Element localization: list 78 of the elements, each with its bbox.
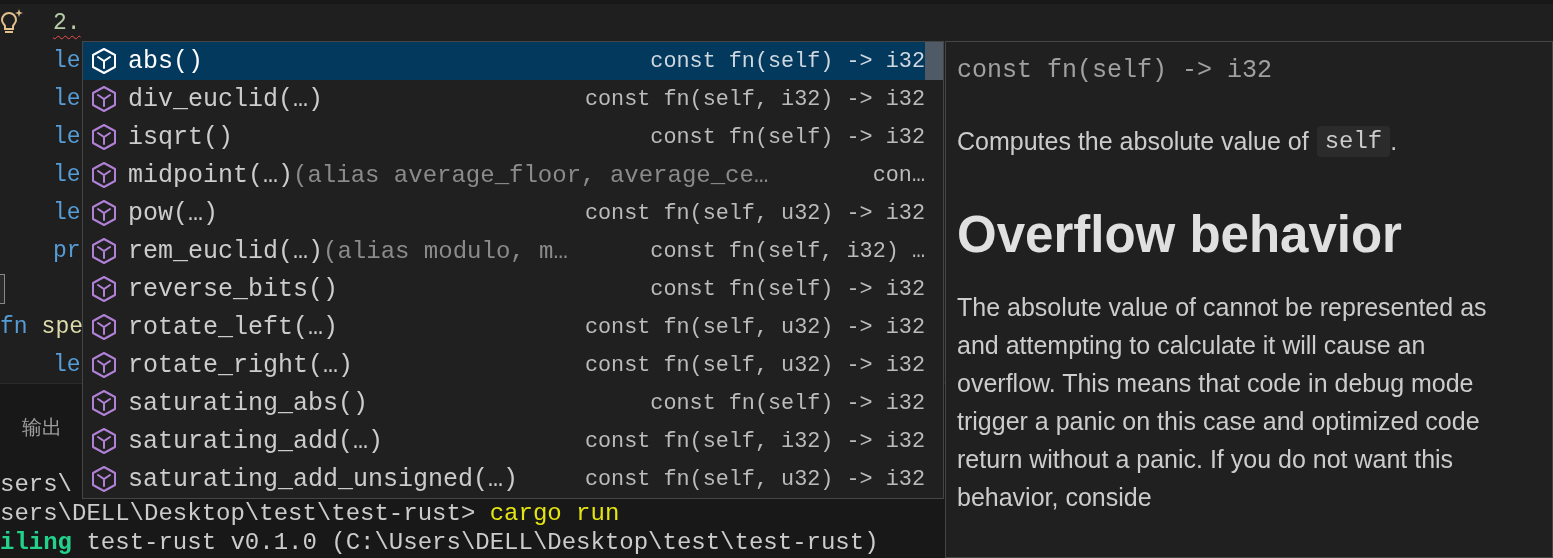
- doc-text-line: and attempting to calculate it will cause an: [957, 330, 1427, 361]
- suggestion-label: saturating_add_unsigned(…): [128, 464, 519, 494]
- alias-text: (alias modulo, m…: [323, 237, 568, 265]
- cube-icon: [90, 465, 118, 493]
- doc-heading: Overflow behavior: [957, 205, 1402, 265]
- code-line: le: [53, 124, 81, 150]
- doc-text-line: trigger a panic on this case and optimized code: [957, 406, 1481, 437]
- cube-icon: [90, 313, 118, 341]
- code-line: pr: [53, 238, 81, 264]
- doc-text-line: return without a panic. If you do not want this: [957, 444, 1455, 475]
- suggestion-label: rotate_right(…): [128, 350, 354, 380]
- suggestion-label: pow(…): [128, 198, 218, 228]
- suggestion-item[interactable]: midpoint(…)(alias average_floor, average_ce… con…: [83, 156, 925, 194]
- suggestion-label: rotate_left(…): [128, 312, 339, 342]
- suggestion-item[interactable]: reverse_bits() const fn(self) -> i32: [83, 270, 925, 308]
- suggestion-label: div_euclid(…): [128, 84, 324, 114]
- suggestion-label: rem_euclid(…): [128, 236, 324, 266]
- alias-text: (alias average_floor, average_ce…: [293, 161, 769, 189]
- suggestion-label: midpoint(…): [128, 160, 294, 190]
- code-line: le: [53, 48, 81, 74]
- panel-tab[interactable]: 输出: [22, 409, 62, 445]
- terminal-text: sers\: [0, 471, 72, 498]
- cube-icon: [90, 427, 118, 455]
- type-signature: const fn(self, u32) -> i32: [583, 352, 925, 378]
- doc-text-line: overflow. This means that code in debug mode: [957, 368, 1475, 399]
- cube-icon: [90, 237, 118, 265]
- code-line: le: [53, 352, 81, 378]
- suggestion-label: saturating_add(…): [128, 426, 384, 456]
- cube-icon: [90, 351, 118, 379]
- type-signature: const fn(self, u32) -> i32: [583, 466, 925, 492]
- doc-summary: Computes the absolute value of: [957, 126, 1309, 156]
- doc-text-line: The absolute value of cannot be represented as: [957, 292, 1487, 323]
- suggestion-item[interactable]: saturating_add_unsigned(…) const fn(self, u32) -> i32: [83, 460, 925, 498]
- suggestion-item[interactable]: saturating_add(…) const fn(self, i32) -> i32: [83, 422, 925, 460]
- terminal-text: iling: [0, 529, 72, 556]
- type-signature: const fn(self) -> i32: [649, 124, 925, 150]
- cube-icon: [90, 161, 118, 189]
- type-signature: const fn(self) -> i32: [649, 390, 925, 416]
- code-line: fn spe: [0, 314, 84, 340]
- cube-icon: [90, 199, 118, 227]
- type-signature: const fn(self, i32) -> i32: [583, 428, 925, 454]
- type-signature: const fn(self) -> i32: [649, 48, 925, 74]
- suggestion-label: reverse_bits(): [128, 274, 339, 304]
- doc-text-line: behavior, conside: [957, 482, 1153, 513]
- scrollbar-thumb[interactable]: [925, 42, 943, 80]
- inline-code: self: [1316, 125, 1391, 157]
- type-signature: const fn(self, u32) -> i32: [583, 200, 925, 226]
- type-signature: const fn(self, u32) -> i32: [583, 314, 925, 340]
- suggestion-item[interactable]: pow(…) const fn(self, u32) -> i32: [83, 194, 925, 232]
- cube-icon: [90, 389, 118, 417]
- doc-signature: const fn(self) -> i32: [957, 54, 1273, 87]
- terminal-text: test-rust v0.1.0 (C:\Users\DELL\Desktop\test\test-rust): [85, 529, 879, 556]
- suggestion-label: isqrt(): [128, 122, 234, 152]
- type-signature: con…: [871, 162, 925, 188]
- suggestion-item[interactable]: rotate_left(…) const fn(self, u32) -> i32: [83, 308, 925, 346]
- suggestion-item[interactable]: saturating_abs() const fn(self) -> i32: [83, 384, 925, 422]
- cube-icon: [90, 85, 118, 113]
- doc-summary-period: .: [1390, 126, 1398, 156]
- suggestion-label: saturating_abs(): [128, 388, 369, 418]
- code-line: le: [53, 200, 81, 226]
- suggestion-item[interactable]: abs() const fn(self) -> i32: [83, 42, 925, 80]
- cube-icon: [90, 275, 118, 303]
- terminal-text: cargo run: [489, 500, 620, 527]
- code-line: le: [53, 162, 81, 188]
- suggestion-item[interactable]: rem_euclid(…)(alias modulo, m… const fn(self, i32) …: [83, 232, 925, 270]
- terminal-text: sers\DELL\Desktop\test\test-rust>: [0, 500, 477, 527]
- suggestion-item[interactable]: isqrt() const fn(self) -> i32: [83, 118, 925, 156]
- type-signature: const fn(self, i32) -> i32: [583, 86, 925, 112]
- code-line: le: [53, 86, 81, 112]
- type-signature: const fn(self, i32) …: [649, 238, 925, 264]
- suggestion-item[interactable]: rotate_right(…) const fn(self, u32) -> i32: [83, 346, 925, 384]
- cube-icon: [90, 47, 118, 75]
- code-line: 2.: [53, 10, 81, 36]
- suggestion-item[interactable]: div_euclid(…) const fn(self, i32) -> i32: [83, 80, 925, 118]
- suggestion-label: abs(): [128, 46, 203, 76]
- cube-icon: [90, 123, 118, 151]
- bracket-match-highlight: [0, 274, 5, 304]
- type-signature: const fn(self) -> i32: [649, 276, 925, 302]
